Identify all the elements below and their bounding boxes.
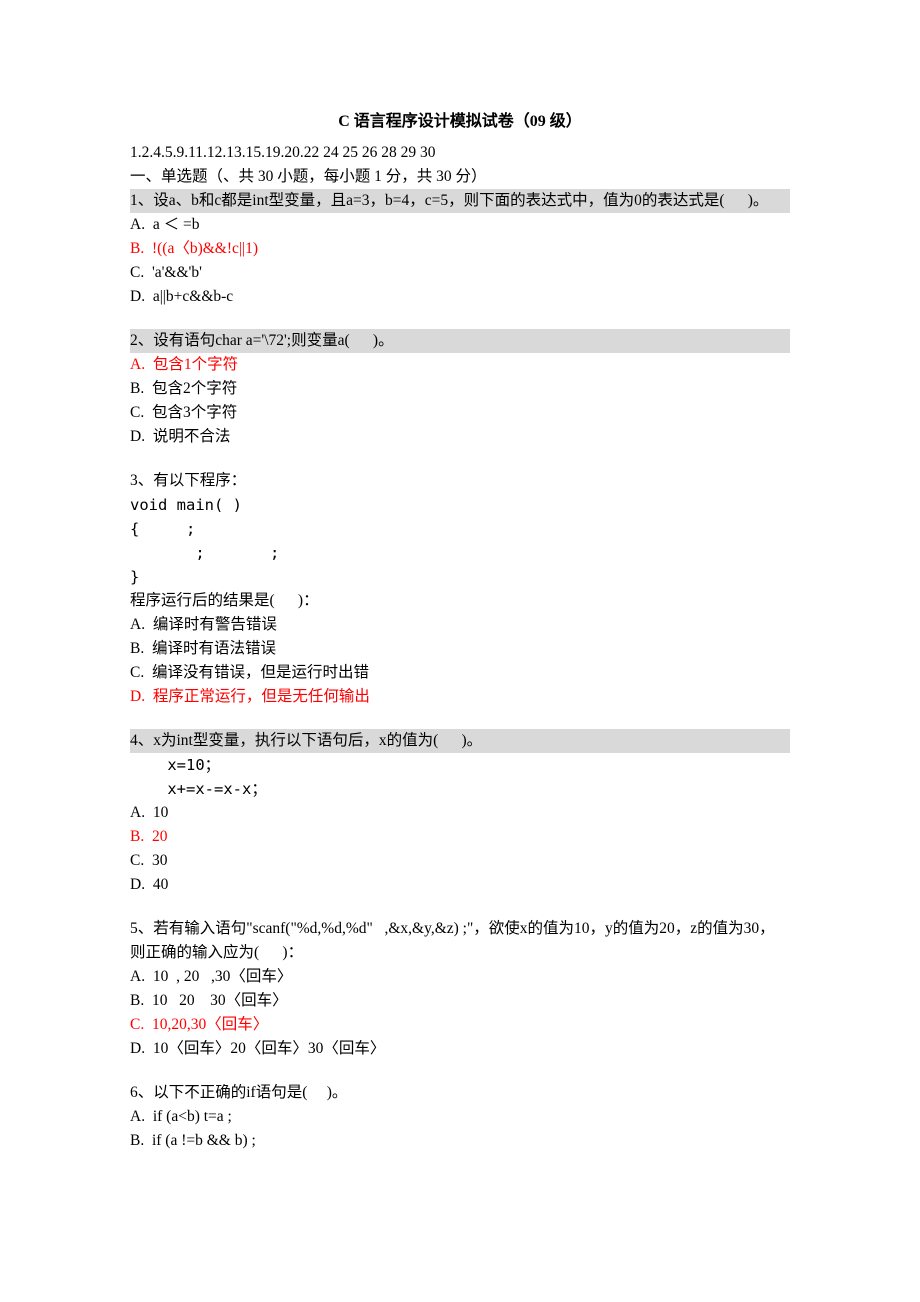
q4-code-line: x+=x-=x-x； bbox=[130, 777, 790, 801]
q6-stem: 6、以下不正确的if语句是( )。 bbox=[130, 1081, 790, 1105]
page-title: C 语言程序设计模拟试卷（09 级） bbox=[130, 110, 790, 135]
q2-option-b: B. 包含2个字符 bbox=[130, 377, 790, 401]
q2-option-c: C. 包含3个字符 bbox=[130, 401, 790, 425]
q1-option-d: D. a||b+c&&b-c bbox=[130, 285, 790, 309]
q4-option-c: C. 30 bbox=[130, 849, 790, 873]
q6-option-a: A. if (a<b) t=a ; bbox=[130, 1105, 790, 1129]
q3-option-c: C. 编译没有错误，但是运行时出错 bbox=[130, 661, 790, 685]
q4-stem: 4、x为int型变量，执行以下语句后，x的值为( )。 bbox=[130, 729, 790, 753]
q4-option-b: B. 20 bbox=[130, 825, 790, 849]
question-5: 5、若有输入语句"scanf("%d,%d,%d" ,&x,&y,&z) ;"，… bbox=[130, 917, 790, 1061]
q5-option-c: C. 10,20,30〈回车〉 bbox=[130, 1013, 790, 1037]
q5-option-b: B. 10 20 30〈回车〉 bbox=[130, 989, 790, 1013]
q1-option-b: B. !((a〈b)&&!c||1) bbox=[130, 237, 790, 261]
q5-stem: 5、若有输入语句"scanf("%d,%d,%d" ,&x,&y,&z) ;"，… bbox=[130, 917, 790, 965]
q3-code-line: } bbox=[130, 565, 790, 589]
q3-option-b: B. 编译时有语法错误 bbox=[130, 637, 790, 661]
q5-option-a: A. 10 , 20 ,30〈回车〉 bbox=[130, 965, 790, 989]
q2-option-a: A. 包含1个字符 bbox=[130, 353, 790, 377]
q3-option-a: A. 编译时有警告错误 bbox=[130, 613, 790, 637]
q3-option-d: D. 程序正常运行，但是无任何输出 bbox=[130, 685, 790, 709]
q4-code-line: x=10； bbox=[130, 753, 790, 777]
q2-option-d: D. 说明不合法 bbox=[130, 425, 790, 449]
q3-code-line: ; ; bbox=[130, 541, 790, 565]
section-heading: 一、单选题（、共 30 小题，每小题 1 分，共 30 分） bbox=[130, 165, 790, 189]
q1-option-a: A. a ＜ =b bbox=[130, 213, 790, 237]
question-3: 3、有以下程序： void main( ) { ; ; ; } 程序运行后的结果… bbox=[130, 469, 790, 709]
index-line: 1.2.4.5.9.11.12.13.15.19.20.22 24 25 26 … bbox=[130, 141, 790, 165]
q1-option-c: C. 'a'&&'b' bbox=[130, 261, 790, 285]
q6-option-b: B. if (a !=b && b) ; bbox=[130, 1129, 790, 1153]
q3-code-line: { ; bbox=[130, 517, 790, 541]
q5-option-d: D. 10〈回车〉20〈回车〉30〈回车〉 bbox=[130, 1037, 790, 1061]
question-6: 6、以下不正确的if语句是( )。 A. if (a<b) t=a ; B. i… bbox=[130, 1081, 790, 1153]
question-2: 2、设有语句char a='\72';则变量a( )。 A. 包含1个字符 B.… bbox=[130, 329, 790, 449]
q1-stem: 1、设a、b和c都是int型变量，且a=3，b=4，c=5，则下面的表达式中，值… bbox=[130, 189, 790, 213]
q4-option-d: D. 40 bbox=[130, 873, 790, 897]
q2-stem: 2、设有语句char a='\72';则变量a( )。 bbox=[130, 329, 790, 353]
question-1: 1、设a、b和c都是int型变量，且a=3，b=4，c=5，则下面的表达式中，值… bbox=[130, 189, 790, 309]
q3-stem: 3、有以下程序： bbox=[130, 469, 790, 493]
q3-after: 程序运行后的结果是( )： bbox=[130, 589, 790, 613]
q3-code-line: void main( ) bbox=[130, 493, 790, 517]
question-4: 4、x为int型变量，执行以下语句后，x的值为( )。 x=10； x+=x-=… bbox=[130, 729, 790, 897]
q4-option-a: A. 10 bbox=[130, 801, 790, 825]
